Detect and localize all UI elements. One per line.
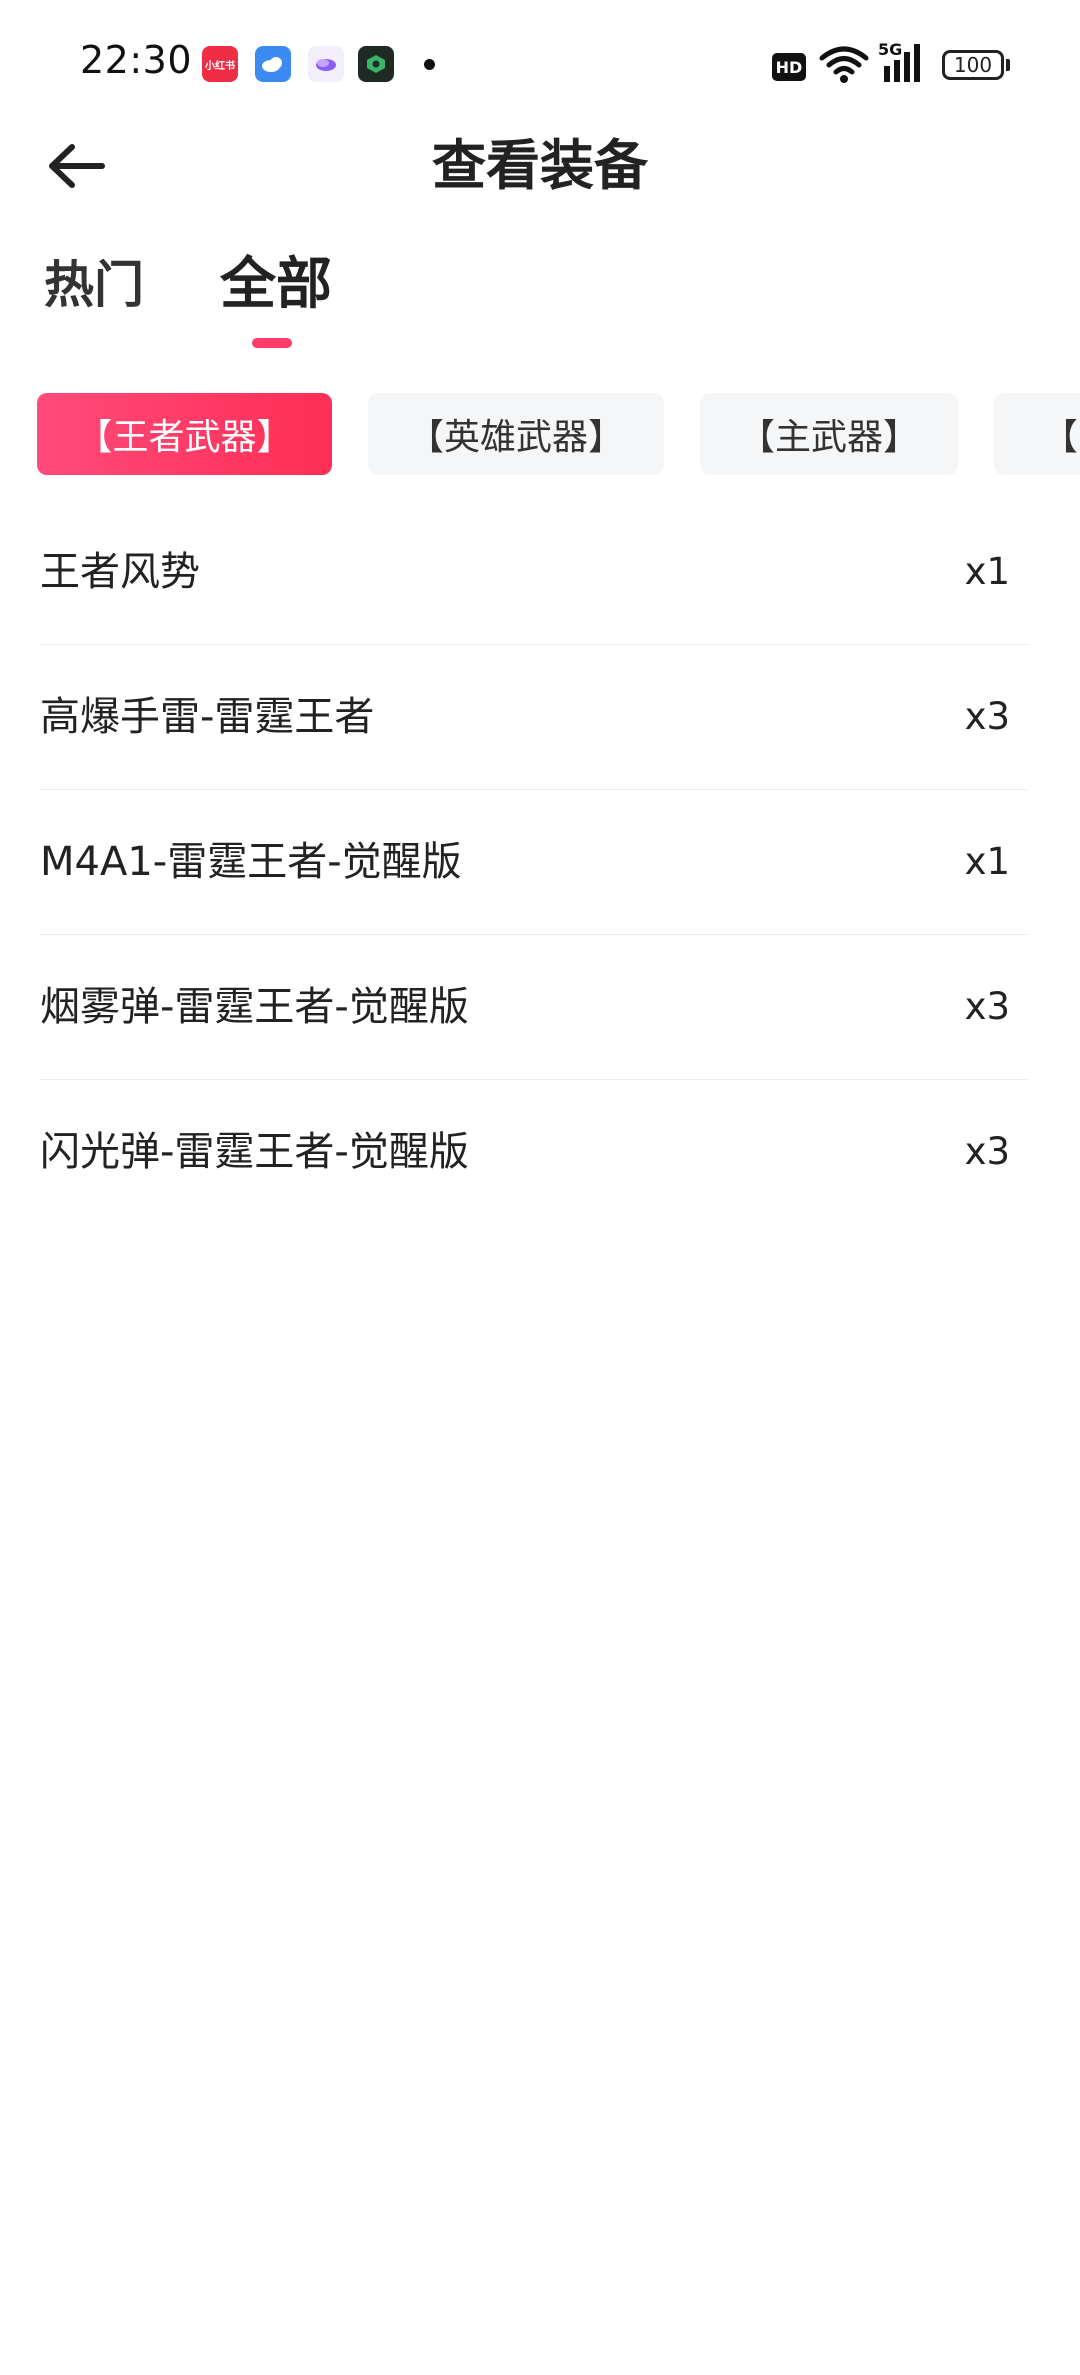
battery-cap [1006,59,1010,71]
status-bar: 22:30 小红书 HD 5G 100 [0,0,1080,130]
list-item: 闪光弹-雷霆王者-觉醒版 x3 [40,1080,1028,1224]
item-quantity: x1 [964,840,1010,883]
back-button[interactable] [36,130,116,202]
list-item: M4A1-雷霆王者-觉醒版 x1 [40,790,1028,935]
filter-chips: 【王者武器】 【英雄武器】 【主武器】 【副 [0,393,1080,477]
category-tabs: 热门 全部 [0,250,1080,360]
hd-icon: HD [772,53,806,81]
back-arrow-icon [49,144,105,188]
tab-hot[interactable]: 热门 [44,250,144,320]
item-quantity: x1 [964,550,1010,593]
app-icon [308,46,344,82]
tab-all[interactable]: 全部 [220,250,332,320]
battery-level: 100 [953,53,993,77]
item-name: M4A1-雷霆王者-觉醒版 [40,839,462,885]
list-item: 高爆手雷-雷霆王者 x3 [40,645,1028,790]
wifi-icon [819,46,869,83]
item-quantity: x3 [964,985,1010,1028]
item-name: 烟雾弹-雷霆王者-觉醒版 [40,984,469,1030]
notification-dot-icon [424,59,435,70]
weather-icon [255,46,291,82]
page-title: 查看装备 [432,134,648,197]
battery-icon: 100 [942,50,1004,80]
xiaohongshu-icon: 小红书 [202,46,238,82]
screen: 22:30 小红书 HD 5G 100 查看装备 热门 全部 【王者武器】 【英… [0,0,1080,2375]
item-quantity: x3 [964,1130,1010,1173]
chip-primary-weapons[interactable]: 【主武器】 [700,393,958,475]
status-time: 22:30 [80,38,193,82]
cell-signal-icon: 5G [878,40,930,84]
equipment-list: 王者风势 x1 高爆手雷-雷霆王者 x3 M4A1-雷霆王者-觉醒版 x1 烟雾… [40,500,1028,1224]
list-item: 王者风势 x1 [40,500,1028,645]
item-name: 王者风势 [40,549,200,595]
list-item: 烟雾弹-雷霆王者-觉醒版 x3 [40,935,1028,1080]
chip-king-weapons[interactable]: 【王者武器】 [37,393,332,475]
tab-active-indicator [252,338,292,348]
item-quantity: x3 [964,695,1010,738]
item-name: 闪光弹-雷霆王者-觉醒版 [40,1129,469,1175]
item-name: 高爆手雷-雷霆王者 [40,694,375,740]
chip-hero-weapons[interactable]: 【英雄武器】 [368,393,664,475]
chip-secondary-weapons[interactable]: 【副 [994,393,1080,475]
game-app-icon [358,46,394,82]
